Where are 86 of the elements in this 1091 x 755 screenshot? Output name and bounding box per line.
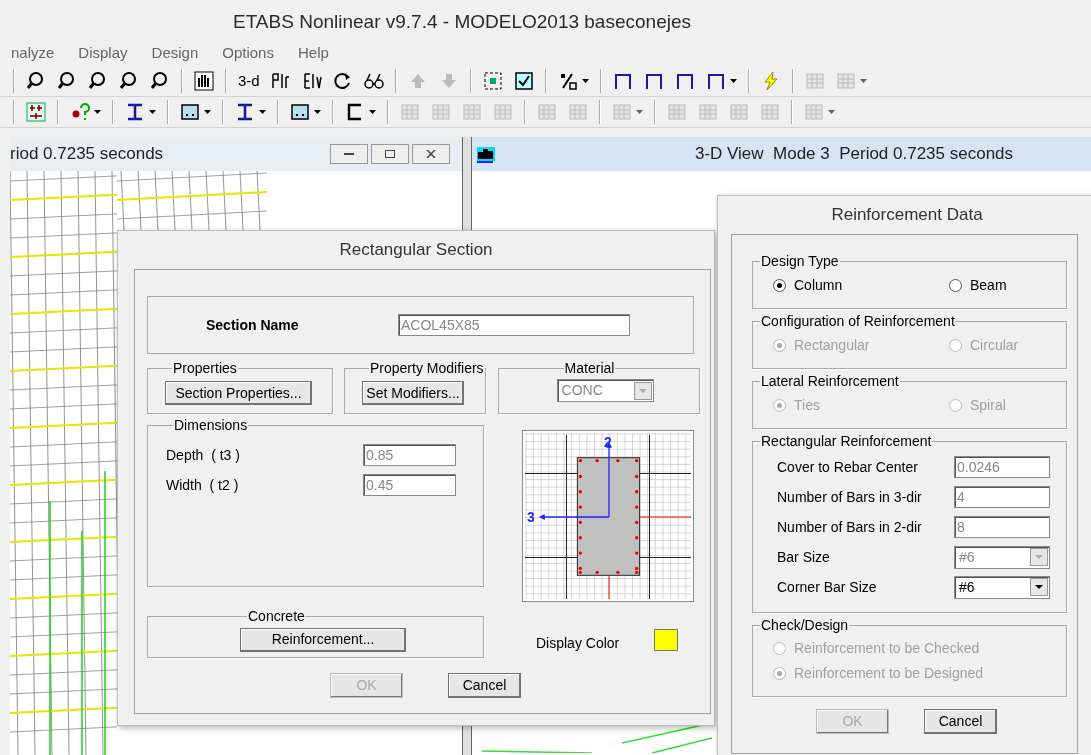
- field-label: Width ( t2 ): [166, 475, 240, 495]
- grid-icon: [760, 102, 780, 122]
- radio-label[interactable]: Beam: [970, 274, 1007, 296]
- toolbar-button[interactable]: 3-d: [235, 68, 263, 94]
- beam-icon: [125, 102, 145, 122]
- maximize-button[interactable]: [371, 144, 409, 164]
- frame-icon: [643, 71, 664, 91]
- grid-icon: [462, 102, 482, 122]
- group-label: Check/Design: [760, 616, 850, 635]
- glasses-icon: [363, 71, 384, 91]
- field-label: Corner Bar Size: [777, 577, 878, 597]
- frame-icon: [705, 71, 726, 91]
- check-icon: [513, 71, 534, 91]
- dialog-button[interactable]: Set Modifiers...: [362, 381, 464, 405]
- field-label: Section Name: [205, 315, 300, 335]
- grid-icon: [804, 71, 825, 91]
- dialog-title: Rectangular Section: [339, 239, 493, 262]
- grid-icon: [568, 102, 588, 122]
- box-icon: [180, 102, 200, 122]
- ball-icon: [70, 102, 90, 122]
- rotate-icon: [332, 71, 353, 91]
- minimize-button[interactable]: [330, 144, 368, 164]
- color-swatch[interactable]: [654, 629, 678, 651]
- grid-icon: [667, 102, 687, 122]
- grid-icon: [612, 102, 632, 122]
- window-title: ETABS Nonlinear v9.7.4 - MODELO2013 baseconejes: [233, 11, 691, 32]
- zoom-icon: [26, 71, 46, 91]
- view-title: riod 0.7235 seconds: [10, 143, 165, 166]
- group-label: Configuration of Reinforcement: [760, 312, 956, 331]
- radio-button[interactable]: [949, 278, 962, 292]
- beam-icon: [235, 102, 255, 122]
- close-icon: [426, 150, 436, 158]
- select-icon: [482, 71, 503, 91]
- view-title: 3-D View Mode 3 Period 0.7235 seconds: [693, 143, 1015, 166]
- toolbar-button[interactable]: [23, 99, 49, 125]
- dialog-button[interactable]: Section Properties...: [165, 381, 312, 405]
- field-label: Number of Bars in 2-dir: [777, 517, 923, 537]
- dropdown[interactable]: #6: [954, 575, 1050, 599]
- plan-icon: [270, 71, 291, 91]
- dialog-button[interactable]: Reinforcement...: [240, 627, 406, 652]
- field-label: Depth ( t3 ): [166, 445, 241, 465]
- group-label: Design Type: [760, 252, 840, 271]
- group-label: Property Modifiers: [369, 359, 485, 378]
- group-label: Concrete: [247, 607, 306, 626]
- zoom-icon: [150, 71, 170, 91]
- toolbar-button[interactable]: [191, 68, 217, 94]
- grid-icon: [804, 102, 824, 122]
- group-label: Dimensions: [173, 416, 249, 435]
- app-icon: [475, 144, 497, 164]
- zoom-icon: [119, 71, 139, 91]
- field-label: Cover to Rebar Center: [777, 457, 919, 477]
- combo-icon: [26, 102, 46, 122]
- dialog-title: Reinforcement Data: [831, 204, 983, 227]
- zoom-icon: [57, 71, 77, 91]
- field-label: Number of Bars in 3-dir: [777, 487, 923, 507]
- zoom-icon: [88, 71, 108, 91]
- grid-icon: [431, 102, 451, 122]
- frame-icon: [612, 71, 633, 91]
- group-label: Rectangular Reinforcement: [760, 432, 933, 451]
- menu-item[interactable]: Design: [151, 41, 199, 65]
- menu-item[interactable]: nalyze: [11, 41, 55, 65]
- frame-icon: [674, 71, 695, 91]
- grid-icon: [729, 102, 749, 122]
- axis-label: 3: [526, 508, 535, 525]
- minimize-icon: [344, 152, 354, 156]
- grid-icon: [400, 102, 420, 122]
- group-label: Lateral Reinforcement: [760, 372, 900, 391]
- elev-icon: [301, 71, 322, 91]
- field-label: Bar Size: [777, 547, 831, 567]
- menu-item[interactable]: Help: [297, 41, 329, 65]
- maximize-icon: [385, 150, 395, 158]
- grid-icon: [537, 102, 557, 122]
- dialog-button[interactable]: Cancel: [448, 673, 521, 698]
- menu-item[interactable]: Display: [78, 41, 128, 65]
- menu-item[interactable]: Options: [222, 41, 274, 65]
- grid-icon: [835, 71, 856, 91]
- group-label: Material: [563, 359, 616, 378]
- field-label: Display Color: [536, 634, 621, 653]
- close-button[interactable]: [412, 144, 450, 164]
- grid-icon: [493, 102, 513, 122]
- box-icon: [290, 102, 310, 122]
- group-label: Properties: [172, 359, 238, 378]
- radio-button[interactable]: [773, 278, 786, 292]
- grid-icon: [698, 102, 718, 122]
- radio-label[interactable]: Column: [794, 274, 843, 296]
- dialog-button[interactable]: Cancel: [924, 709, 997, 734]
